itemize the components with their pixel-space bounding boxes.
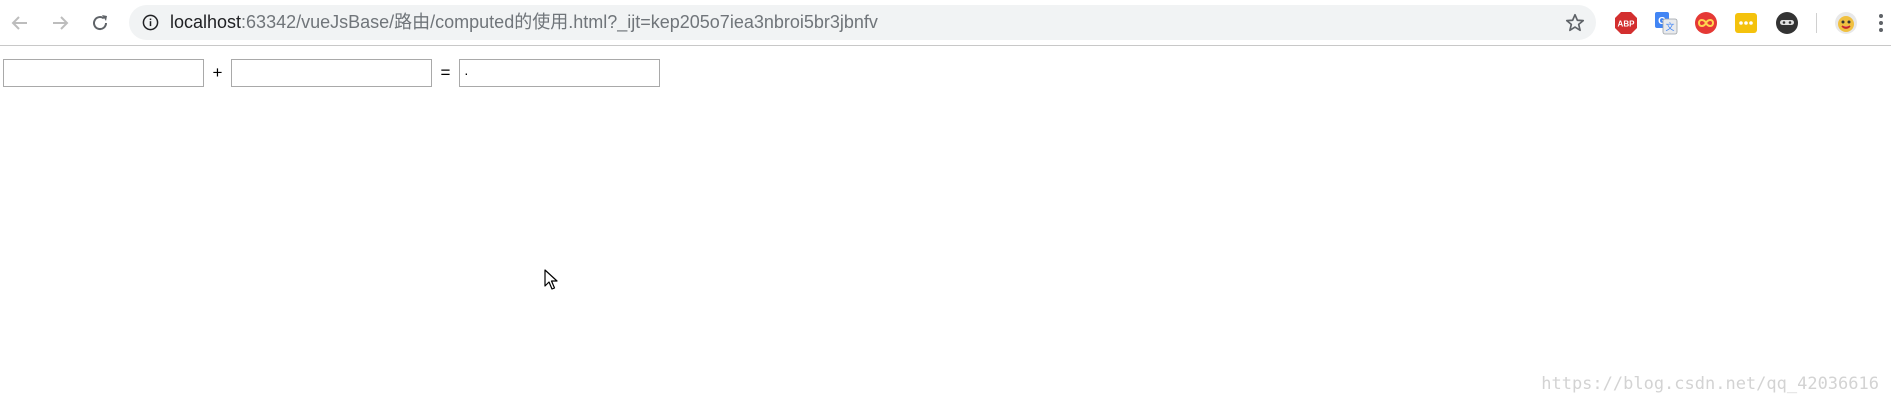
forward-button[interactable] <box>45 8 75 38</box>
result-input[interactable] <box>459 59 660 87</box>
csdn-watermark: https://blog.csdn.net/qq_42036616 <box>1541 374 1879 394</box>
arrow-right-icon <box>53 16 69 30</box>
reload-button[interactable] <box>85 8 115 38</box>
ninja-icon[interactable] <box>1775 11 1799 35</box>
address-bar[interactable]: localhost:63342/vueJsBase/路由/computed的使用… <box>129 5 1596 40</box>
back-button[interactable] <box>5 8 35 38</box>
arrow-left-icon <box>11 16 27 30</box>
browser-toolbar: localhost:63342/vueJsBase/路由/computed的使用… <box>0 0 1891 46</box>
info-icon[interactable] <box>142 14 159 31</box>
adblock-plus-icon[interactable]: ABP <box>1614 11 1638 35</box>
url-text[interactable]: localhost:63342/vueJsBase/路由/computed的使用… <box>170 5 878 40</box>
equals-sign: = <box>440 63 451 82</box>
url-host: localhost <box>170 12 242 32</box>
operand-a-input[interactable] <box>3 59 204 87</box>
operand-b-input[interactable] <box>231 59 432 87</box>
computed-calculator: + = <box>3 59 660 87</box>
plus-sign: + <box>212 63 223 82</box>
adblock-label: ABP <box>1618 20 1636 29</box>
toolbar-divider <box>1816 13 1817 33</box>
kebab-menu-icon[interactable] <box>1876 10 1886 36</box>
avatar-icon[interactable] <box>1834 11 1858 35</box>
google-translate-icon[interactable]: G 文 <box>1654 11 1678 35</box>
yellow-extension-icon[interactable] <box>1734 11 1758 35</box>
bookmark-star-icon[interactable] <box>1564 12 1586 34</box>
mouse-cursor-icon <box>544 269 558 290</box>
url-path: :63342/vueJsBase/路由/computed的使用.html?_ij… <box>241 12 878 32</box>
svg-text:文: 文 <box>1665 21 1674 33</box>
infinity-icon[interactable] <box>1694 11 1718 35</box>
reload-icon <box>93 15 108 31</box>
